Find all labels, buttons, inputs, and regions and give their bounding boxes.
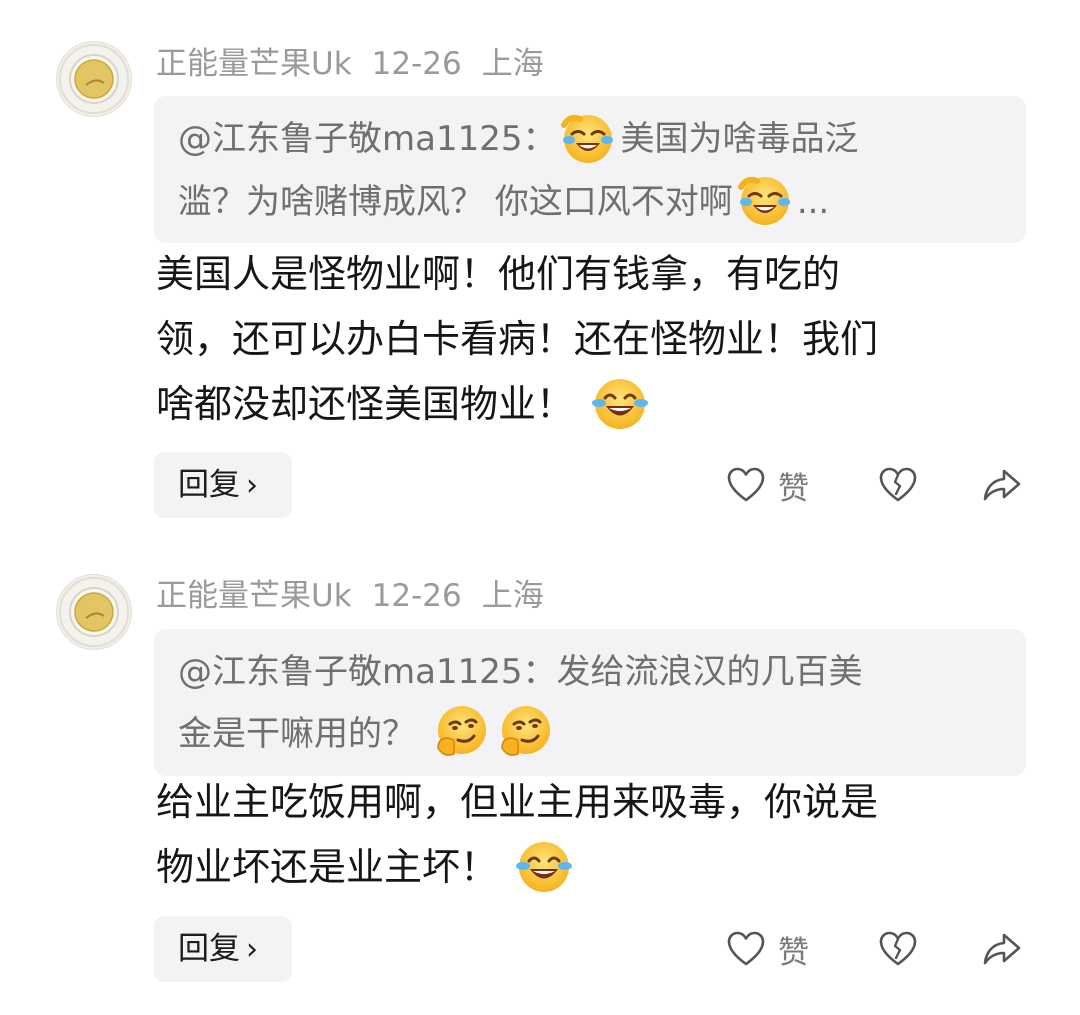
reply-label: 回复 [178, 467, 240, 503]
avatar[interactable] [56, 41, 132, 117]
quote-text: 发给流浪汉的几百美 [556, 652, 863, 692]
comment-actions: 赞 [720, 452, 1040, 518]
quote-line-1: @江东鲁子敬ma1125： 美国为啥毒品泛 [178, 108, 1002, 171]
share-button[interactable] [982, 916, 1022, 982]
reply-button[interactable]: 回复 › [154, 916, 292, 982]
comment-meta: 正能量芒果Uk 12-26 上海 [156, 576, 564, 616]
broken-heart-icon [879, 467, 917, 502]
comment-date: 12-26 [371, 578, 462, 614]
comment-body: 美国人是怪物业啊！他们有钱拿，有吃的 领，还可以办白卡看病！还在怪物业！我们 啥… [156, 242, 1016, 437]
thinking-smirk-emoji [494, 702, 554, 762]
reply-button[interactable]: 回复 › [154, 452, 292, 518]
quote-line-1: @江东鲁子敬ma1125：发给流浪汉的几百美 [178, 641, 1002, 703]
dislike-button[interactable] [878, 916, 918, 982]
comment-body: 给业主吃饭用啊，但业主用来吸毒，你说是 物业坏还是业主坏！ [156, 770, 1016, 900]
tears-of-joy-emoji [590, 373, 650, 433]
comment-actions: 赞 [720, 916, 1040, 982]
broken-heart-icon [879, 931, 917, 966]
like-label: 赞 [778, 470, 809, 507]
avatar[interactable] [56, 574, 132, 650]
username[interactable]: 正能量芒果Uk [156, 46, 352, 82]
tea-cup-avatar-icon [59, 577, 129, 647]
quote-text: 美国为啥毒品泛 [620, 119, 859, 159]
share-button[interactable] [982, 452, 1022, 518]
like-button[interactable]: 赞 [726, 916, 809, 982]
body-line: 啥都没却还怪美国物业！ [156, 372, 1016, 437]
quote-text: 金是干嘛用的？ [178, 714, 416, 754]
quote-line-2: 金是干嘛用的？ [178, 703, 1002, 766]
reply-label: 回复 [178, 931, 240, 967]
share-arrow-icon [983, 469, 1021, 501]
comment-meta: 正能量芒果Uk 12-26 上海 [156, 44, 564, 84]
comment-location: 上海 [481, 578, 544, 614]
quote-line-2: 滥？为啥赌博成风？ 你这口风不对啊... [178, 171, 1002, 234]
body-line: 领，还可以办白卡看病！还在怪物业！我们 [156, 317, 879, 361]
share-arrow-icon [983, 933, 1021, 965]
body-line: 给业主吃饭用啊，但业主用来吸毒，你说是 [156, 780, 879, 824]
quoted-comment[interactable]: @江东鲁子敬ma1125：发给流浪汉的几百美 金是干嘛用的？ [154, 629, 1026, 776]
tears-of-joy-emoji [514, 836, 574, 896]
chevron-right-icon: › [246, 932, 258, 967]
chevron-right-icon: › [246, 468, 258, 503]
quote-ellipsis: ... [796, 181, 830, 222]
heart-outline-icon [727, 467, 765, 502]
quote-mention[interactable]: @江东鲁子敬ma1125： [178, 119, 556, 159]
like-button[interactable]: 赞 [726, 452, 809, 518]
quoted-comment[interactable]: @江东鲁子敬ma1125： 美国为啥毒品泛 滥？为啥赌博成风？ 你这口风不对啊..… [154, 96, 1026, 243]
dislike-button[interactable] [878, 452, 918, 518]
thinking-smirk-emoji [430, 702, 490, 762]
body-line: 物业坏还是业主坏！ [156, 835, 1016, 900]
laughing-crying-emoji [735, 169, 795, 229]
username[interactable]: 正能量芒果Uk [156, 578, 352, 614]
quote-mention[interactable]: @江东鲁子敬ma1125： [178, 652, 556, 692]
body-line: 美国人是怪物业啊！他们有钱拿，有吃的 [156, 252, 841, 296]
comment-date: 12-26 [371, 46, 462, 82]
like-label: 赞 [778, 934, 809, 971]
tea-cup-avatar-icon [59, 44, 129, 114]
heart-outline-icon [727, 931, 765, 966]
quote-text: 滥？为啥赌博成风？ 你这口风不对啊 [178, 181, 733, 222]
comment-location: 上海 [481, 46, 544, 82]
laughing-crying-emoji [558, 107, 618, 167]
